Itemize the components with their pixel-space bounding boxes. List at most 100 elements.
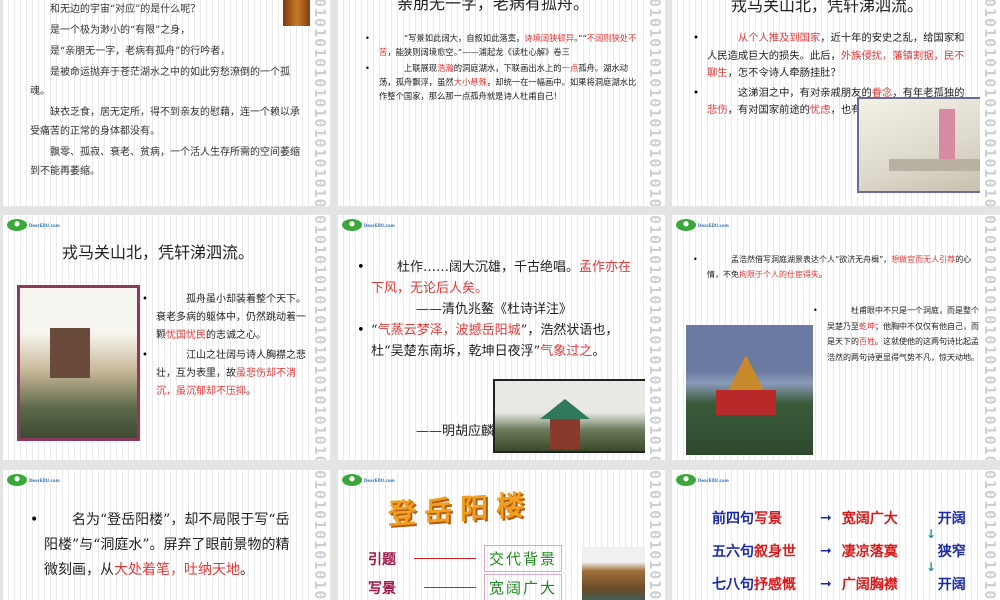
highlighted-text: 大处着笔，吐纳天地 bbox=[114, 562, 240, 578]
slide-body: 和无边的宇宙“对应”的是什么呢？ 是一个极为渺小的“有限”之身， 是“亲朋无一字，老… bbox=[30, 0, 305, 183]
highlighted-text: 大小悬殊 bbox=[453, 77, 487, 87]
highlighted-text: 浩瀚 bbox=[437, 63, 454, 73]
bullet-2: “气蒸云梦泽，波撼岳阳城”，浩然状语也，杜“吴楚东南坼，乾坤日夜浮”气象过之。 bbox=[357, 320, 639, 362]
text-segment: 。 bbox=[240, 562, 254, 578]
slide-thumbnail-1[interactable]: 和无边的宇宙“对应”的是什么呢？ 是一个极为渺小的“有限”之身， 是“亲朋无一字，老… bbox=[3, 0, 330, 206]
slide-thumbnail-7[interactable]: DearEDU.com 名为“登岳阳楼”，却不局限于写“岳阳楼”与“洞庭水”。屏… bbox=[3, 470, 330, 600]
scope-label: 狭窄 bbox=[937, 543, 966, 560]
mood-description: 广阔胸襟 bbox=[841, 576, 898, 593]
decorative-binary-strip: 01010101010101010101010101 bbox=[645, 470, 665, 600]
highlighted-text: 百姓 bbox=[859, 337, 875, 346]
highlighted-text: 忧虑 bbox=[809, 104, 831, 116]
structure-table: 前四句 写景 ➞ 宽阔广大 开阔 ↓ 五六句 叙身世 ➞ 凄凉落寞 狭窄 ↓ 七八句 抒感慨 ➞ 广阔胸襟 开阔 bbox=[712, 508, 966, 593]
decorative-binary-strip: 01010101010101010101010101 bbox=[310, 0, 330, 206]
decorative-binary-strip: 01010101010101010101010101 bbox=[645, 215, 665, 460]
dearedu-logo: DearEDU.com bbox=[676, 219, 729, 231]
highlighted-text: 忧国忧民 bbox=[166, 330, 206, 341]
slide-body-1: 孟浩然借写洞庭湖景表达个人“欲济无舟楫”，想做官而无人引荐的心情，不免拘限于个人… bbox=[693, 252, 982, 282]
slide-title: 戎马关山北，凭轩涕泗流。 bbox=[730, 0, 923, 15]
structure-row-2: 写景 宽阔广大 bbox=[368, 574, 563, 600]
dearedu-logo: DearEDU.com bbox=[7, 219, 60, 231]
paragraph: 缺衣乏食，居无定所，得不到亲友的慰藉，连一个赖以承受痛苦的正常的身体都没有。 bbox=[30, 103, 305, 141]
text-segment: 。 bbox=[246, 386, 256, 397]
paragraph: 是“亲朋无一字，老病有孤舟”的行吟者， bbox=[30, 42, 305, 61]
wordart-title: 登岳阳楼 bbox=[388, 487, 533, 532]
highlighted-text: 拘限于个人的仕宦得失 bbox=[739, 270, 819, 279]
source-2: ——明胡应麟 bbox=[416, 424, 495, 439]
bullet: 从个人推及到国家，近十年的安史之乱，给国家和人民造成巨大的损失。此后，外族侵扰，… bbox=[693, 30, 972, 83]
highlighted-text: 诗境阔狭顿异 bbox=[524, 33, 575, 43]
slide-title: 亲朋无一字，老病有孤舟。 bbox=[396, 0, 589, 13]
slide-thumbnail-5[interactable]: DearEDU.com 杜作……阔大沉雄，千古绝唱。孟作亦在下风，无论后人矣。 … bbox=[338, 215, 665, 460]
slide-thumbnail-9[interactable]: DearEDU.com 前四句 写景 ➞ 宽阔广大 开阔 ↓ 五六句 叙身世 ➞ 凄凉落寞 狭窄 ↓ 七… bbox=[672, 470, 1000, 600]
pavilion-photo bbox=[493, 379, 653, 453]
sentence-topic: 叙身世 bbox=[754, 543, 796, 560]
sentence-topic: 抒感慨 bbox=[754, 576, 796, 593]
slide-thumbnail-6[interactable]: DearEDU.com 孟浩然借写洞庭湖景表达个人“欲济无舟楫”，想做官而无人引… bbox=[672, 215, 1000, 460]
mood-description: 凄凉落寞 bbox=[841, 543, 898, 560]
slide-thumbnail-8[interactable]: DearEDU.com 登岳阳楼 引题 交代背景 写景 宽阔广大 0101010… bbox=[338, 470, 665, 600]
paragraph: 飘零、孤寂、衰老、贫病，一个活人生存所需的空间萎缩到不能再萎缩。 bbox=[30, 143, 305, 181]
highlighted-text: 从个人推及到国家 bbox=[737, 32, 821, 44]
scope-label: 开阔 bbox=[937, 510, 966, 527]
decorative-binary-strip: 01010101010101010101010101 bbox=[980, 215, 1000, 460]
slide-thumbnail-2[interactable]: 亲朋无一字，老病有孤舟。 “写景如此阔大，自叙如此落寞，诗境阔狭顿异。”“不阔则… bbox=[338, 0, 665, 206]
text-segment: 。”“ bbox=[574, 33, 587, 43]
text-segment: 这涕泪之中，有对亲戚朋友的 bbox=[737, 86, 872, 99]
slide-body: 名为“登岳阳楼”，却不局限于写“岳阳楼”与“洞庭水”。屏弃了眼前景物的精微刻画，… bbox=[30, 508, 299, 583]
slide-title: 戎马关山北，凭轩涕泗流。 bbox=[61, 243, 254, 262]
dearedu-logo: DearEDU.com bbox=[342, 474, 395, 486]
decorative-binary-strip: 01010101010101010101010101 bbox=[980, 0, 1000, 206]
paragraph: 是一个极为渺小的“有限”之身， bbox=[30, 21, 305, 40]
sentence-group: 七八句 bbox=[712, 576, 754, 593]
bullet: 杜甫眼中不只是一个洞庭，而是整个吴楚乃至乾坤；他胸中不仅仅有他自己，而是天下的百… bbox=[813, 303, 982, 365]
decorative-binary-strip: 01010101010101010101010101 bbox=[310, 470, 330, 600]
slide-thumbnail-3[interactable]: 戎马关山北，凭轩涕泗流。 从个人推及到国家，近十年的安史之乱，给国家和人民造成巨… bbox=[672, 0, 1000, 206]
arrow bbox=[424, 587, 476, 588]
bullet-1: 杜作……阔大沉雄，千古绝唱。孟作亦在下风，无论后人矣。 bbox=[357, 257, 639, 299]
down-arrow-icon: ↓ bbox=[926, 560, 937, 574]
right-arrow-icon: ➞ bbox=[820, 542, 832, 559]
decorative-binary-strip: 01010101010101010101010101 bbox=[645, 0, 665, 206]
paragraph: 和无边的宇宙“对应”的是什么呢？ bbox=[30, 0, 305, 19]
text-segment: 和无边的宇宙“对应”的是什么呢？ bbox=[50, 4, 201, 15]
text-segment: 孟浩然借写洞庭湖景表达个人“欲济无舟楫”， bbox=[731, 255, 892, 264]
arrow bbox=[414, 558, 476, 559]
dearedu-logo: DearEDU.com bbox=[676, 474, 729, 486]
dearedu-logo: DearEDU.com bbox=[7, 474, 60, 486]
text-segment: “写景如此阔大，自叙如此落寞， bbox=[403, 33, 525, 43]
structure-row: 五六句 叙身世 ➞ 凄凉落寞 狭窄 bbox=[712, 541, 966, 560]
highlighted-text: 气蒸云梦泽，波撼岳阳城 bbox=[377, 323, 521, 338]
source-1: ——清仇兆鳌《杜诗详注》 bbox=[416, 302, 573, 317]
text-segment: 。 bbox=[819, 270, 827, 279]
bullet: “写景如此阔大，自叙如此落寞，诗境阔狭顿异。”“不阔则狭处不苦，能狭则阔境愈空。… bbox=[365, 31, 637, 59]
text-segment: 是“亲朋无一字，老病有孤舟”的行吟者， bbox=[50, 46, 231, 57]
slide-body-2: 杜甫眼中不只是一个洞庭，而是整个吴楚乃至乾坤；他胸中不仅仅有他自己，而是天下的百… bbox=[813, 303, 982, 365]
highlighted-text: 想做官而无人引荐 bbox=[891, 255, 956, 264]
paragraph: 是被命运抛弃于苍茫湖水之中的如此穷愁潦倒的一个孤魂。 bbox=[30, 63, 305, 101]
down-arrow-icon: ↓ bbox=[926, 527, 937, 541]
decorative-binary-strip: 01010101010101010101010101 bbox=[310, 215, 330, 460]
tower-photo bbox=[582, 547, 654, 600]
text-segment: 飘零、孤寂、衰老、贫病，一个活人生存所需的空间萎缩到不能再萎缩。 bbox=[30, 147, 300, 177]
structure-row: 前四句 写景 ➞ 宽阔广大 开阔 bbox=[712, 508, 966, 527]
highlighted-text: 乾坤 bbox=[859, 321, 875, 331]
text-segment: 缺衣乏食，居无定所，得不到亲友的慰藉，连一个赖以承受痛苦的正常的身体都没有。 bbox=[30, 107, 300, 137]
sentence-group: 前四句 bbox=[712, 510, 754, 527]
highlighted-text: 悲伤 bbox=[707, 104, 728, 116]
sentence-group: 五六句 bbox=[712, 543, 754, 560]
right-arrow-icon: ➞ bbox=[820, 509, 832, 526]
structure-row: 七八句 抒感慨 ➞ 广阔胸襟 开阔 bbox=[712, 574, 966, 593]
poet-painting-image bbox=[857, 97, 984, 193]
slide-body: 杜作……阔大沉雄，千古绝唱。孟作亦在下风，无论后人矣。 ——清仇兆鳌《杜诗详注》… bbox=[357, 257, 639, 362]
slide-thumbnail-4[interactable]: DearEDU.com 戎马关山北，凭轩涕泗流。 孤舟虽小却装着整个天下。衰老多… bbox=[3, 215, 330, 460]
bullet: 孟浩然借写洞庭湖景表达个人“欲济无舟楫”，想做官而无人引荐的心情，不免拘限于个人… bbox=[693, 252, 982, 282]
content-box: 交代背景 bbox=[484, 545, 563, 572]
text-segment: ，有对国家前途的 bbox=[727, 104, 810, 116]
bullet: 上联展现浩瀚的洞庭湖水，下联画出水上的一点孤舟。湖水动荡，孤舟飘浮，虽然大小悬殊… bbox=[365, 61, 637, 103]
bullet: 江山之壮阔与诗人胸襟之悲壮，互为表里，故虽悲伤却不消沉，虽沉郁却不压抑。 bbox=[142, 347, 311, 401]
right-arrow-icon: ➞ bbox=[820, 575, 832, 592]
text-segment: ，能狭则阔境愈空。”——浦起龙《读杜心解》卷三 bbox=[387, 47, 570, 57]
text-segment: 杜作……阔大沉雄，千古绝唱。 bbox=[397, 260, 580, 275]
slide-body: “写景如此阔大，自叙如此落寞，诗境阔狭顿异。”“不阔则狭处不苦，能狭则阔境愈空。… bbox=[365, 31, 637, 105]
